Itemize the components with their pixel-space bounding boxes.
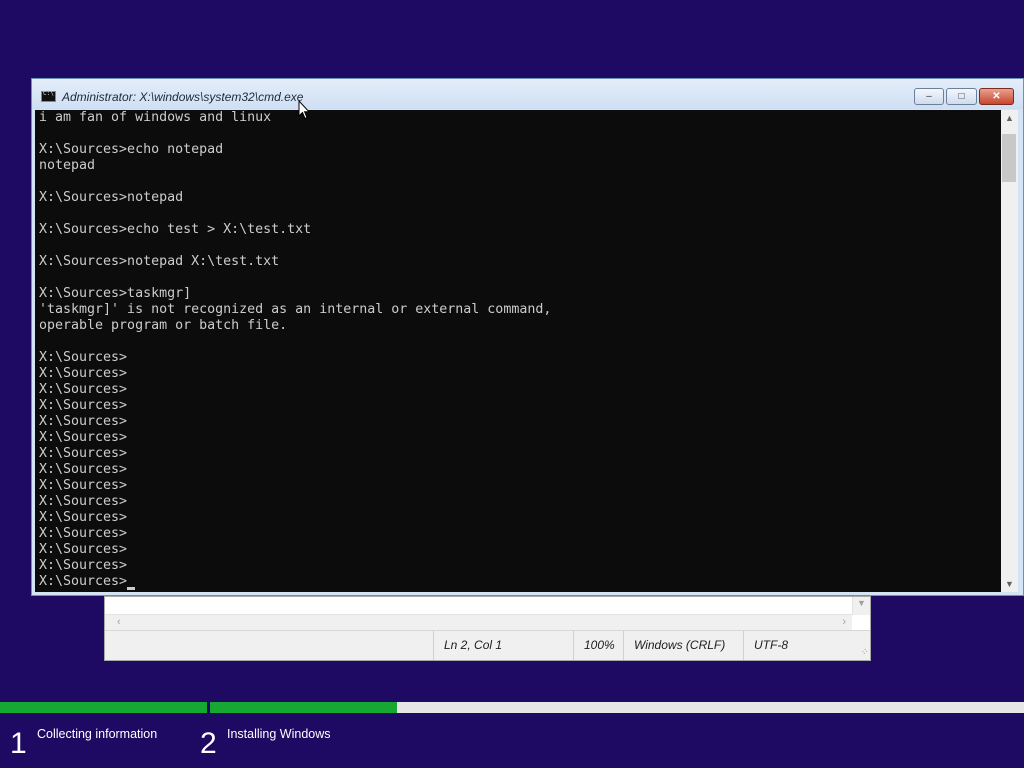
minimize-button[interactable]: – (914, 88, 944, 105)
mouse-pointer-icon (298, 100, 310, 120)
line-ending: Windows (CRLF) (623, 631, 743, 660)
scrollbar-thumb[interactable] (1002, 134, 1016, 182)
notepad-status-bar: Ln 2, Col 1 100% Windows (CRLF) UTF-8 ⁘ (105, 630, 870, 660)
chevron-left-icon[interactable]: ‹ (117, 616, 121, 628)
chevron-down-icon[interactable]: ▼ (857, 598, 866, 608)
title-bar[interactable]: Administrator: X:\windows\system32\cmd.e… (32, 79, 1023, 109)
console-vertical-scrollbar[interactable]: ▲ ▼ (1001, 110, 1018, 592)
step-label: Collecting information (37, 727, 158, 741)
step-number: 2 (200, 727, 217, 760)
window-title: Administrator: X:\windows\system32\cmd.e… (62, 90, 304, 104)
console-output[interactable]: i am fan of windows and linux X:\Sources… (35, 110, 1001, 592)
maximize-button[interactable]: □ (946, 88, 977, 105)
progress-fill (0, 702, 207, 713)
close-button[interactable]: ✕ (979, 88, 1014, 105)
chevron-right-icon[interactable]: › (842, 616, 846, 628)
notepad-window[interactable]: ▼ ‹ › Ln 2, Col 1 100% Windows (CRLF) UT… (104, 596, 871, 661)
progress-segment-installing (210, 702, 1024, 713)
cmd-window[interactable]: Administrator: X:\windows\system32\cmd.e… (31, 78, 1024, 596)
progress-fill (210, 702, 398, 713)
step-number: 1 (10, 727, 27, 760)
setup-progress (0, 702, 1024, 713)
progress-segment-collecting (0, 702, 207, 713)
text-cursor (127, 587, 135, 590)
encoding: UTF-8 (743, 631, 853, 660)
cursor-position: Ln 2, Col 1 (433, 631, 573, 660)
console-icon[interactable] (41, 90, 56, 102)
chevron-up-icon[interactable]: ▲ (1005, 113, 1014, 123)
chevron-down-icon[interactable]: ▼ (1005, 579, 1014, 589)
resize-grip-icon[interactable]: ⁘ (860, 647, 868, 658)
console-text: i am fan of windows and linux X:\Sources… (39, 110, 552, 589)
step-label: Installing Windows (227, 727, 331, 741)
zoom-level: 100% (573, 631, 623, 660)
notepad-vertical-scrollbar[interactable]: ▼ (852, 597, 870, 615)
